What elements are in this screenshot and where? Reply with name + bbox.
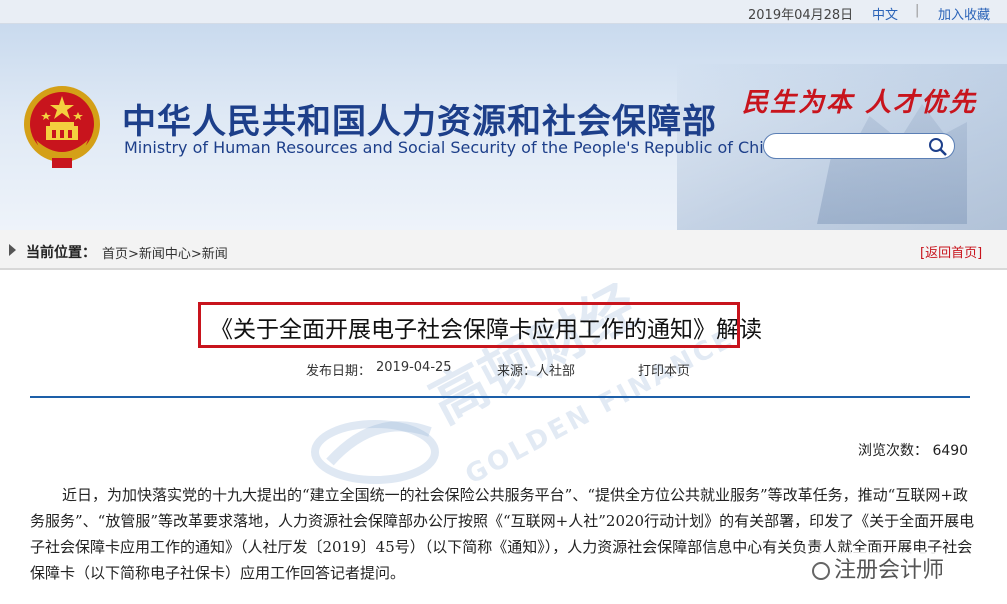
slogan: 民生为本 人才优先 [742, 88, 978, 118]
wechat-watermark: 注册会计师 [812, 552, 945, 584]
watermark-logo-icon [311, 420, 439, 484]
search-icon[interactable] [928, 137, 948, 157]
national-emblem-icon[interactable] [22, 84, 102, 170]
breadcrumb-bar: 当前位置： 首页>新闻中心>新闻 [返回首页] [0, 230, 1007, 270]
search-box[interactable] [763, 133, 955, 159]
wechat-icon [812, 562, 830, 580]
breadcrumb[interactable]: 首页>新闻中心>新闻 [102, 243, 228, 262]
watermark-text-en: GOLDEN FINANCE [460, 323, 740, 491]
breadcrumb-label: 当前位置： [26, 245, 96, 261]
wechat-watermark-text: 注册会计师 [834, 558, 945, 583]
publish-date-label: 发布日期： [306, 364, 372, 379]
ministry-english-name: Ministry of Human Resources and Social S… [124, 138, 784, 157]
add-favorite-link[interactable]: 加入收藏 [938, 4, 990, 23]
separator: | [915, 3, 920, 18]
print-page-link[interactable]: 打印本页 [638, 360, 690, 379]
back-home-link[interactable]: [返回首页] [920, 242, 982, 261]
title-divider [30, 396, 970, 398]
view-count: 浏览次数： 6490 [858, 443, 969, 459]
top-utility-bar: 2019年04月28日 中文 | 加入收藏 [0, 0, 1007, 24]
highlight-box [198, 302, 740, 348]
ministry-chinese-name: 中华人民共和国人力资源和社会保障部 [122, 102, 717, 142]
language-link[interactable]: 中文 [872, 4, 898, 23]
page: 2019年04月28日 中文 | 加入收藏 中华人民共和国人力资源和社会保障部 … [0, 0, 1007, 604]
publish-date: 2019-04-25 [376, 360, 452, 375]
arrow-right-icon [9, 244, 16, 256]
current-date: 2019年04月28日 [748, 8, 854, 23]
article-source: 来源：人社部 [497, 364, 576, 379]
search-input[interactable] [774, 137, 924, 155]
site-header: 中华人民共和国人力资源和社会保障部 Ministry of Human Reso… [0, 24, 1007, 230]
